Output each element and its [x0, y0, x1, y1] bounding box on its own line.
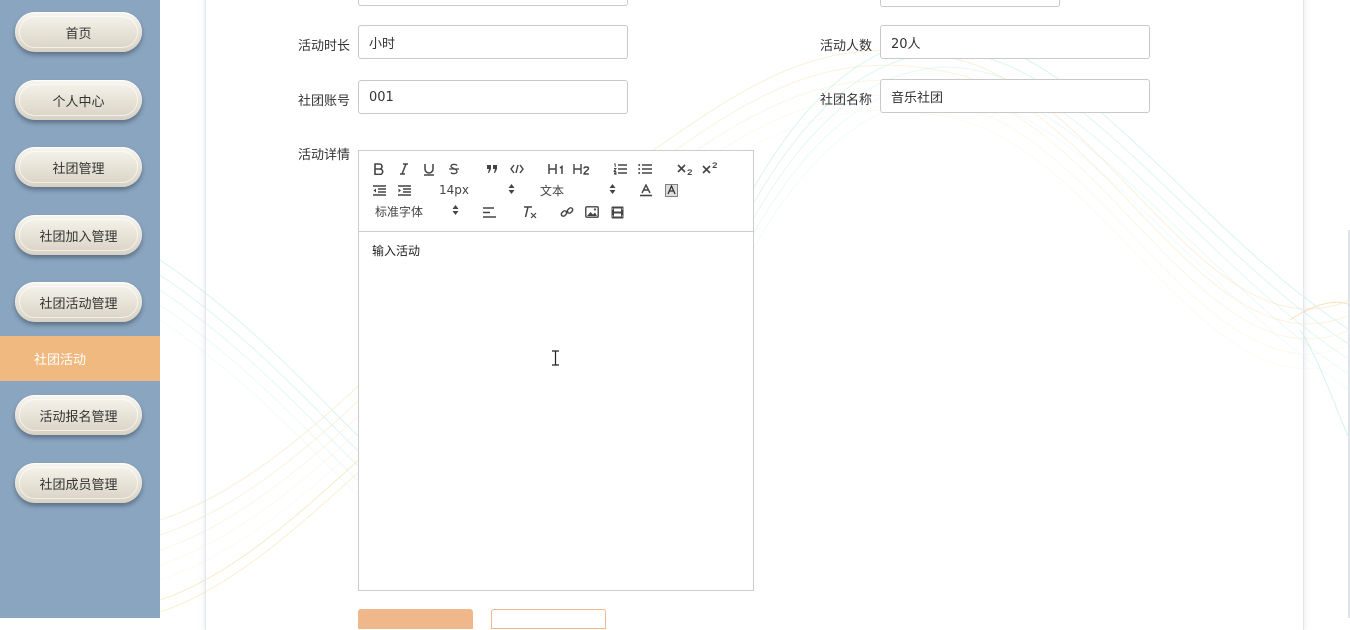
sidebar-item-member-management[interactable]: 社团成员管理	[15, 463, 142, 503]
rich-text-editor: 14px 文本 标准字体 输入活动	[358, 150, 754, 591]
submit-button[interactable]	[358, 609, 473, 629]
superscript-icon[interactable]	[701, 160, 719, 176]
header-select[interactable]: 文本	[540, 181, 616, 199]
outdent-icon[interactable]	[371, 182, 387, 198]
details-label: 活动详情	[297, 148, 350, 163]
font-size-select[interactable]: 14px	[439, 181, 515, 199]
sidebar-item-club-join-management[interactable]: 社团加入管理	[15, 215, 142, 255]
background-color-icon[interactable]	[663, 182, 679, 198]
subscript-icon[interactable]	[676, 161, 694, 177]
previous-field-left[interactable]	[358, 0, 628, 6]
sidebar-item-signup-management[interactable]: 活动报名管理	[15, 395, 142, 435]
sidebar-item-label: 社团活动管理	[39, 296, 118, 312]
sidebar-item-label: 社团成员管理	[39, 477, 118, 493]
editor-toolbar: 14px 文本 标准字体	[359, 151, 753, 232]
club-name-label: 社团名称	[819, 93, 872, 108]
video-icon[interactable]	[609, 204, 625, 220]
sidebar-item-club-activity-management[interactable]: 社团活动管理	[15, 282, 142, 322]
duration-input[interactable]	[358, 25, 628, 59]
strike-icon[interactable]	[446, 161, 462, 177]
image-icon[interactable]	[584, 204, 600, 220]
italic-icon[interactable]	[396, 161, 412, 177]
blockquote-icon[interactable]	[484, 161, 500, 177]
editor-content-text: 输入活动	[372, 244, 421, 258]
link-icon[interactable]	[559, 204, 575, 220]
people-label: 活动人数	[819, 39, 872, 54]
club-account-label: 社团账号	[297, 94, 350, 109]
header-select-value: 文本	[540, 183, 565, 198]
font-family-value: 标准字体	[375, 204, 424, 219]
h2-icon[interactable]	[572, 161, 590, 177]
chevron-up-down-icon	[452, 205, 459, 215]
sidebar-item-label: 社团管理	[52, 161, 105, 177]
chevron-up-down-icon	[609, 184, 616, 194]
h1-icon[interactable]	[547, 161, 565, 177]
sidebar-item-profile[interactable]: 个人中心	[15, 80, 142, 120]
club-name-input[interactable]	[880, 79, 1150, 113]
ordered-list-icon[interactable]	[612, 161, 628, 177]
sidebar-item-label: 社团活动	[34, 353, 87, 368]
sidebar-item-label: 首页	[65, 26, 92, 42]
sidebar-item-label: 活动报名管理	[39, 409, 118, 425]
font-size-value: 14px	[439, 183, 469, 197]
sidebar-item-label: 个人中心	[52, 94, 105, 110]
underline-icon[interactable]	[421, 161, 437, 177]
chevron-up-down-icon	[508, 184, 515, 194]
font-color-icon[interactable]	[638, 182, 654, 198]
people-input[interactable]	[880, 25, 1150, 59]
code-icon[interactable]	[509, 161, 525, 177]
font-family-select[interactable]: 标准字体	[375, 202, 459, 220]
bullet-list-icon[interactable]	[637, 161, 653, 177]
sidebar-item-club-management[interactable]: 社团管理	[15, 147, 142, 187]
editor-content[interactable]: 输入活动	[359, 231, 753, 590]
text-cursor-icon	[552, 350, 559, 366]
sidebar-item-home[interactable]: 首页	[15, 12, 142, 52]
cancel-button[interactable]	[491, 609, 606, 629]
sidebar: 首页 个人中心 社团管理 社团加入管理 社团活动管理 社团活动 活动报名管理 社…	[0, 0, 160, 618]
sidebar-item-club-activity[interactable]: 社团活动	[0, 336, 160, 381]
indent-icon[interactable]	[396, 182, 412, 198]
previous-field-right[interactable]	[880, 0, 1060, 7]
sidebar-item-label: 社团加入管理	[39, 229, 118, 245]
clean-format-icon[interactable]	[521, 204, 537, 220]
duration-label: 活动时长	[297, 39, 350, 54]
align-icon[interactable]	[481, 204, 497, 220]
club-account-input[interactable]	[358, 80, 628, 114]
bold-icon[interactable]	[371, 161, 387, 177]
